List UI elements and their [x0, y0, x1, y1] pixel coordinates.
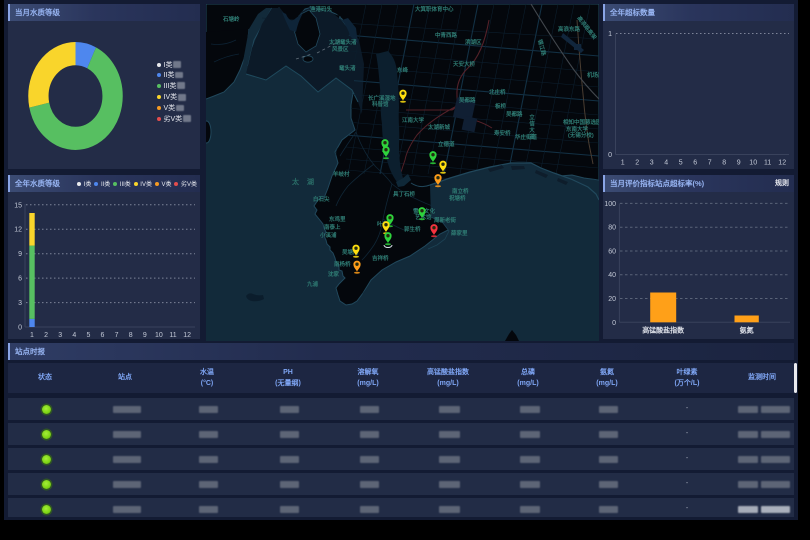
svg-text:3: 3: [18, 300, 22, 307]
svg-text:高锰酸盐指数: 高锰酸盐指数: [642, 325, 685, 334]
svg-text:板桥: 板桥: [495, 102, 507, 110]
svg-text:机场路: 机场路: [586, 71, 599, 79]
svg-text:11: 11: [169, 332, 176, 339]
svg-text:60: 60: [608, 249, 616, 256]
svg-text:5: 5: [679, 160, 683, 167]
svg-text:20: 20: [608, 296, 616, 303]
svg-text:3: 3: [58, 332, 62, 339]
svg-text:0: 0: [612, 320, 616, 327]
svg-text:高浪东路: 高浪东路: [558, 25, 581, 33]
svg-text:6: 6: [101, 332, 105, 339]
svg-text:2: 2: [635, 160, 639, 167]
svg-text:7: 7: [115, 332, 119, 339]
svg-text:郭生桥: 郭生桥: [404, 225, 421, 233]
svg-text:大箕职体育中心: 大箕职体育中心: [415, 5, 454, 13]
svg-text:立德道: 立德道: [438, 140, 455, 148]
svg-text:北庄桥: 北庄桥: [489, 88, 506, 96]
svg-text:具丁石桥: 具丁石桥: [392, 190, 416, 198]
svg-text:9: 9: [143, 332, 147, 339]
svg-text:滨湖区: 滨湖区: [465, 38, 482, 46]
svg-text:0: 0: [18, 325, 22, 332]
svg-text:5: 5: [86, 332, 90, 339]
svg-text:中青西路: 中青西路: [435, 31, 458, 39]
svg-text:南杨桥: 南杨桥: [334, 260, 351, 268]
svg-text:10: 10: [155, 332, 163, 339]
svg-text:鼋头渚: 鼋头渚: [338, 64, 356, 72]
svg-text:6: 6: [18, 276, 22, 283]
svg-text:12: 12: [14, 227, 22, 234]
svg-text:寿安桥: 寿安桥: [494, 129, 511, 137]
svg-text:东绛: 东绛: [397, 66, 409, 74]
svg-text:2: 2: [44, 332, 48, 339]
svg-text:1: 1: [621, 160, 625, 167]
svg-text:吉祥桥: 吉祥桥: [372, 254, 389, 262]
svg-text:渔港码头: 渔港码头: [310, 5, 333, 13]
svg-text:周新老街: 周新老街: [434, 216, 457, 224]
svg-text:沈家: 沈家: [328, 270, 340, 278]
svg-text:风景区: 风景区: [332, 45, 349, 53]
svg-text:8: 8: [129, 332, 133, 339]
svg-text:薛家里: 薛家里: [451, 229, 468, 237]
svg-text:6: 6: [693, 160, 697, 167]
svg-text:1: 1: [608, 31, 612, 38]
svg-text:0: 0: [608, 152, 612, 159]
svg-text:10: 10: [749, 160, 757, 167]
svg-text:太湖鼋头渚: 太湖鼋头渚: [329, 38, 357, 46]
svg-text:12: 12: [778, 160, 786, 167]
svg-text:吴都路: 吴都路: [506, 110, 523, 118]
svg-text:9: 9: [737, 160, 741, 167]
svg-text:南立桥: 南立桥: [452, 187, 469, 195]
svg-text:长广溪湿地: 长广溪湿地: [368, 94, 396, 102]
svg-text:1: 1: [30, 332, 34, 339]
svg-text:9: 9: [18, 251, 22, 258]
svg-text:12: 12: [183, 332, 191, 339]
svg-text:8: 8: [722, 160, 726, 167]
svg-text:石塘岭: 石塘岭: [222, 15, 240, 23]
svg-text:立信大道: 立信大道: [528, 113, 535, 141]
svg-text:羊岐村: 羊岐村: [333, 170, 350, 178]
svg-text:7: 7: [708, 160, 712, 167]
svg-text:东南大学: 东南大学: [566, 125, 589, 133]
svg-text:太湖新城: 太湖新城: [428, 123, 451, 131]
svg-text:氨氮: 氨氮: [740, 325, 754, 334]
svg-text:11: 11: [764, 160, 771, 167]
svg-text:3: 3: [650, 160, 654, 167]
svg-text:4: 4: [664, 160, 668, 167]
svg-text:天安大桥: 天安大桥: [453, 60, 476, 68]
svg-text:15: 15: [14, 202, 22, 209]
svg-text:40: 40: [608, 272, 616, 279]
svg-text:小溪浦: 小溪浦: [320, 231, 337, 239]
svg-text:吴都路: 吴都路: [459, 96, 476, 104]
svg-text:相知中国慈选园: 相知中国慈选园: [563, 118, 599, 126]
svg-text:九浦: 九浦: [306, 280, 319, 288]
svg-text:祝塘桥: 祝塘桥: [449, 194, 466, 202]
svg-text:(无锡分校): (无锡分校): [568, 131, 594, 139]
svg-text:华庄街道: 华庄街道: [515, 133, 538, 141]
svg-text:100: 100: [604, 201, 616, 208]
svg-text:80: 80: [608, 225, 616, 232]
svg-text:科普馆: 科普馆: [372, 100, 389, 108]
svg-text:东鸡里: 东鸡里: [329, 215, 346, 223]
svg-text:4: 4: [72, 332, 76, 339]
svg-text:太湖: 太湖: [292, 177, 322, 186]
svg-text:南泰上: 南泰上: [324, 223, 341, 231]
svg-text:白石尖: 白石尖: [313, 195, 330, 203]
svg-text:江南大学: 江南大学: [402, 116, 425, 124]
